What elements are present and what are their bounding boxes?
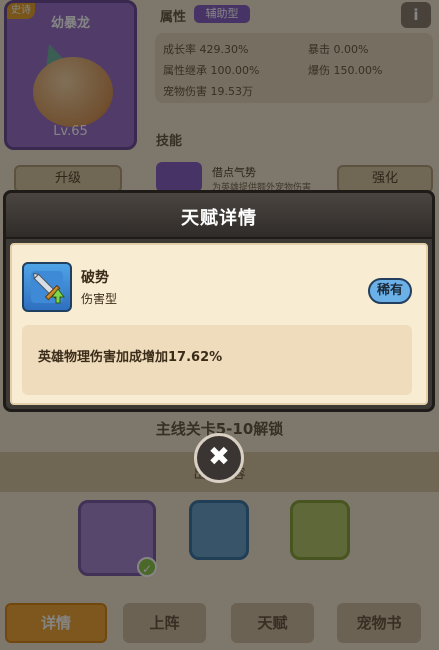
modal-header: 天赋详情: [6, 193, 432, 239]
close-icon: ✖: [208, 442, 230, 472]
talent-detail-modal: 天赋详情 破势 伤害型 稀有 英雄物理伤害加成增加17.62%: [3, 190, 435, 412]
talent-type: 伤害型: [81, 292, 118, 306]
talent-effect-text: 英雄物理伤害加成增加17.62%: [38, 350, 223, 365]
modal-body: 破势 伤害型 稀有 英雄物理伤害加成增加17.62%: [10, 243, 428, 405]
sword-up-icon: [22, 262, 72, 312]
talent-name: 破势: [81, 270, 109, 286]
modal-title: 天赋详情: [181, 208, 257, 229]
close-button[interactable]: ✖: [194, 433, 244, 483]
rarity-badge: 稀有: [368, 278, 412, 304]
talent-effect-box: 英雄物理伤害加成增加17.62%: [22, 325, 412, 395]
